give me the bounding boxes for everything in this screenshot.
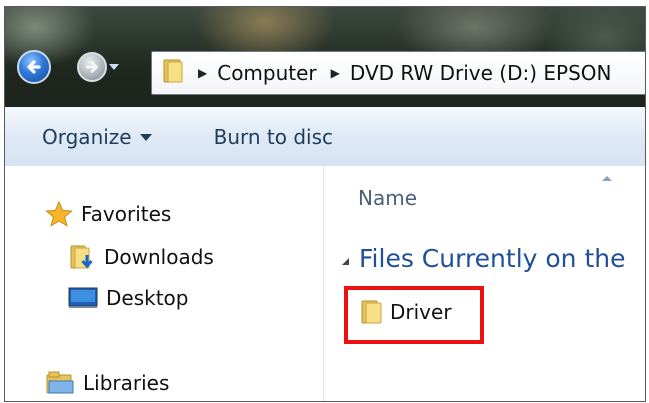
group-header[interactable]: Files Currently on the [342, 244, 626, 273]
column-header-name[interactable]: Name [358, 186, 417, 210]
title-bar: ▶ Computer ▶ DVD RW Drive (D:) EPSON [5, 7, 645, 107]
list-item[interactable]: Driver [360, 298, 452, 326]
burn-to-disc-button[interactable]: Burn to disc [214, 125, 333, 149]
nav-item-desktop[interactable]: Desktop [68, 286, 188, 310]
arrow-right-icon [86, 61, 98, 73]
forward-button[interactable] [77, 52, 107, 82]
file-name: Driver [390, 300, 452, 324]
star-icon [45, 201, 73, 227]
breadcrumb-arrow-icon[interactable]: ▶ [331, 66, 340, 80]
organize-menu[interactable]: Organize [42, 125, 152, 149]
sort-ascending-icon [602, 176, 612, 181]
group-header-label: Files Currently on the [359, 244, 626, 273]
navigation-pane: Favorites Downloads Desktop Libraries [5, 166, 324, 401]
breadcrumb-arrow-icon[interactable]: ▶ [198, 66, 207, 80]
nav-item-downloads[interactable]: Downloads [68, 243, 214, 271]
folder-icon [360, 298, 384, 326]
desktop-label: Desktop [106, 286, 189, 310]
chevron-down-icon [139, 133, 152, 141]
file-list: Name Files Currently on the Driver [324, 166, 645, 401]
desktop-icon [68, 286, 98, 310]
breadcrumb-dvd-drive[interactable]: DVD RW Drive (D:) EPSON [350, 61, 612, 85]
back-button[interactable] [17, 50, 51, 84]
folder-icon [162, 58, 184, 89]
collapse-icon[interactable] [342, 258, 349, 265]
explorer-window: ▶ Computer ▶ DVD RW Drive (D:) EPSON Org… [4, 6, 646, 402]
libraries-label: Libraries [83, 371, 170, 395]
favorites-label: Favorites [81, 202, 172, 226]
nav-item-favorites[interactable]: Favorites [45, 201, 171, 227]
address-bar[interactable]: ▶ Computer ▶ DVD RW Drive (D:) EPSON [151, 51, 645, 95]
command-bar: Organize Burn to disc [5, 107, 645, 167]
nav-item-libraries[interactable]: Libraries [45, 370, 169, 396]
libraries-icon [45, 370, 75, 396]
downloads-folder-icon [68, 243, 96, 271]
downloads-label: Downloads [104, 245, 214, 269]
organize-label: Organize [42, 125, 132, 149]
breadcrumb-computer[interactable]: Computer [217, 61, 316, 85]
recent-pages-dropdown[interactable] [109, 64, 119, 70]
arrow-left-icon [27, 60, 41, 74]
